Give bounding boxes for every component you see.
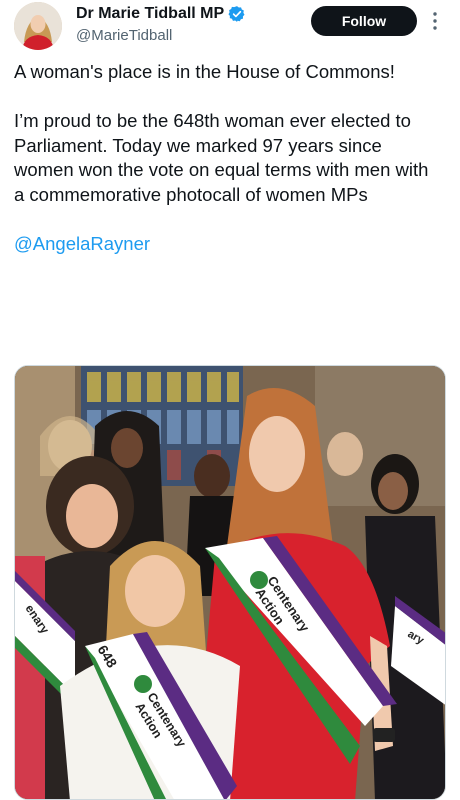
author-avatar[interactable]	[14, 2, 62, 50]
author-handle[interactable]: @MarieTidball	[76, 27, 172, 44]
follow-button[interactable]: Follow	[311, 6, 417, 36]
photo-scene: enary Centenary Action ary 648 Centenary…	[15, 366, 445, 799]
tweet-header: Dr Marie Tidball MP @MarieTidball Follow	[14, 2, 446, 52]
tweet-paragraph-2: I’m proud to be the 648th woman ever ele…	[14, 110, 429, 205]
mention-link[interactable]: @AngelaRayner	[14, 233, 150, 254]
more-options-icon[interactable]	[428, 10, 442, 32]
author-display-name[interactable]: Dr Marie Tidball MP	[76, 5, 224, 23]
author-name-row: Dr Marie Tidball MP	[76, 5, 246, 23]
verified-badge-icon	[228, 5, 246, 23]
tweet-photo[interactable]: enary Centenary Action ary 648 Centenary…	[14, 365, 446, 800]
avatar-photo	[14, 2, 62, 50]
tweet-body: A woman's place is in the House of Commo…	[14, 60, 434, 257]
tweet-paragraph-1: A woman's place is in the House of Commo…	[14, 61, 395, 82]
